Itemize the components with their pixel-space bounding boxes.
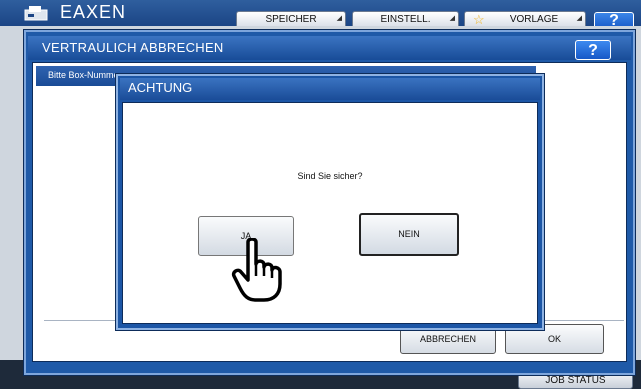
help-button[interactable]: ? bbox=[575, 40, 611, 60]
modal-message: Sind Sie sicher? bbox=[297, 171, 363, 181]
dropdown-arrow-icon: ◢ bbox=[449, 15, 455, 22]
job-status-label: JOB STATUS bbox=[545, 375, 606, 386]
modal-title: ACHTUNG bbox=[128, 80, 193, 95]
fax-icon bbox=[24, 6, 48, 21]
dropdown-arrow-icon: ◢ bbox=[576, 15, 582, 22]
subheader-text: Bitte Box-Numme bbox=[48, 70, 119, 80]
modal-body bbox=[122, 102, 538, 324]
dialog-title: VERTRAULICH ABBRECHEN bbox=[42, 40, 224, 55]
app-title: EAXEN bbox=[60, 2, 127, 22]
vorlage-label: VORLAGE bbox=[509, 14, 559, 25]
speicher-label: SPEICHER bbox=[265, 14, 317, 25]
pointing-hand-icon bbox=[231, 238, 282, 302]
no-button[interactable]: NEIN bbox=[359, 213, 459, 256]
dropdown-arrow-icon: ◢ bbox=[336, 15, 342, 22]
einstell-label: EINSTELL. bbox=[380, 14, 431, 25]
